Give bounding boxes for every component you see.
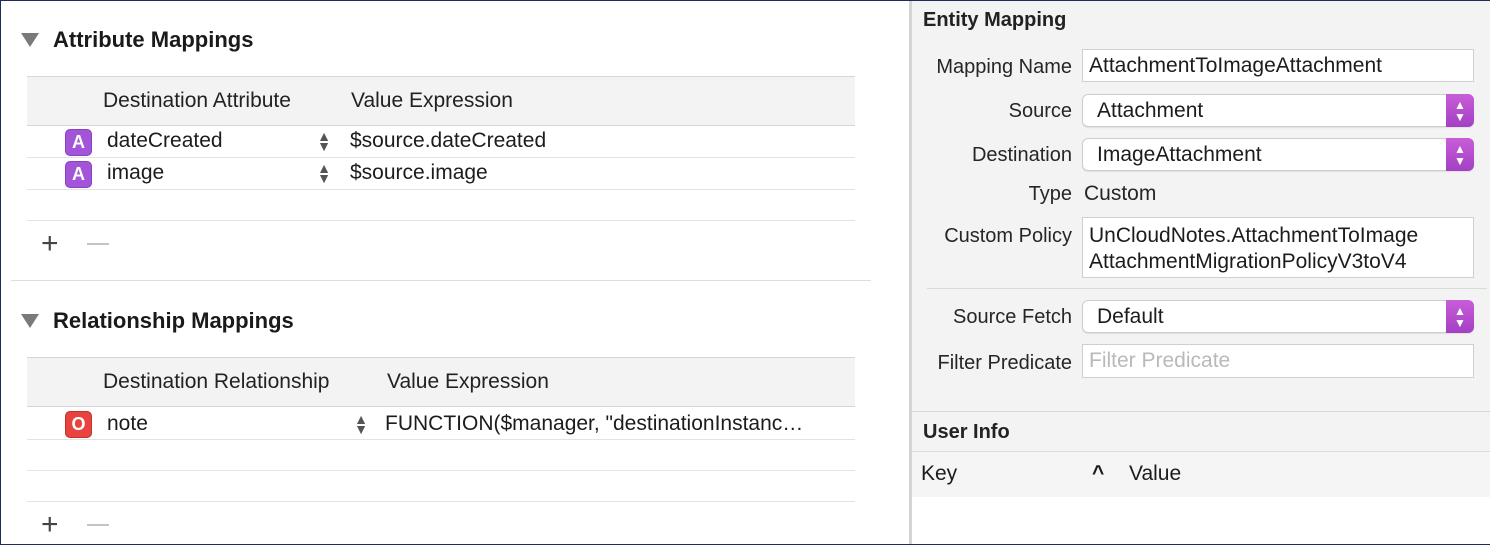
value-expression[interactable]: FUNCTION($manager, "destinationInstanc…: [385, 412, 855, 436]
popup-chevron-icon: ▲ ▼: [1446, 94, 1474, 127]
value-expression[interactable]: $source.image: [350, 161, 488, 185]
empty-row: [27, 440, 855, 471]
value-expression[interactable]: $source.dateCreated: [350, 129, 546, 153]
popup-chevron-icon: ▲ ▼: [1446, 300, 1474, 333]
user-info-title: User Info: [923, 421, 1010, 443]
type-label: Type: [1028, 183, 1072, 205]
stepper-icon[interactable]: ▲ ▼: [354, 412, 368, 436]
destination-attribute-name: image: [107, 161, 165, 184]
attribute-type-icon: A: [65, 161, 92, 188]
custom-policy-field[interactable]: UnCloudNotes.AttachmentToImage Attachmen…: [1082, 217, 1474, 278]
column-value-expression[interactable]: Value Expression: [387, 370, 549, 394]
table-header: Destination Relationship Value Expressio…: [27, 357, 855, 407]
destination-popup[interactable]: ImageAttachment ▲ ▼: [1082, 138, 1474, 171]
source-fetch-popup[interactable]: Default ▲ ▼: [1082, 300, 1474, 333]
disclosure-triangle-icon[interactable]: [21, 33, 39, 47]
custom-policy-line-1: UnCloudNotes.AttachmentToImage: [1089, 224, 1419, 247]
source-popup-value: Attachment: [1097, 99, 1204, 122]
user-info-header: User Info: [912, 411, 1490, 452]
add-relationship-button[interactable]: +: [41, 510, 59, 540]
custom-policy-label: Custom Policy: [944, 225, 1072, 247]
empty-row: [27, 190, 855, 221]
destination-attribute-name: dateCreated: [107, 129, 223, 152]
attribute-mappings-header[interactable]: Attribute Mappings: [21, 27, 253, 53]
source-fetch-label: Source Fetch: [953, 306, 1072, 328]
table-row[interactable]: A dateCreated ▲ ▼ $source.dateCreated: [27, 126, 855, 158]
source-label: Source: [1008, 100, 1072, 122]
mapping-name-label: Mapping Name: [936, 56, 1072, 78]
column-destination-attribute[interactable]: Destination Attribute: [103, 89, 291, 113]
relationship-mappings-title: Relationship Mappings: [53, 308, 294, 333]
attribute-add-remove-controls: +: [41, 229, 109, 259]
stepper-icon[interactable]: ▲ ▼: [317, 129, 331, 153]
stepper-icon[interactable]: ▲ ▼: [317, 161, 331, 185]
add-attribute-button[interactable]: +: [41, 229, 59, 259]
table-row[interactable]: O note ▲ ▼ FUNCTION($manager, "destinatio…: [27, 407, 855, 440]
column-destination-relationship[interactable]: Destination Relationship: [103, 370, 329, 394]
attribute-type-icon: A: [65, 129, 92, 156]
entity-mapping-title: Entity Mapping: [923, 9, 1067, 31]
destination-label: Destination: [971, 144, 1072, 166]
source-fetch-popup-value: Default: [1097, 305, 1164, 328]
relationship-mappings-header[interactable]: Relationship Mappings: [21, 308, 294, 334]
inspector-divider: [927, 288, 1487, 289]
attribute-mappings-table: Destination Attribute Value Expression A…: [27, 76, 855, 221]
relationship-mappings-table: Destination Relationship Value Expressio…: [27, 357, 855, 502]
mapping-name-field[interactable]: AttachmentToImageAttachment: [1082, 49, 1474, 82]
attribute-mappings-title: Attribute Mappings: [53, 27, 254, 52]
destination-relationship-name: note: [107, 412, 148, 435]
sort-ascending-icon[interactable]: ^: [1092, 462, 1104, 486]
table-header: Destination Attribute Value Expression: [27, 76, 855, 126]
filter-predicate-field[interactable]: Filter Predicate: [1082, 344, 1474, 378]
filter-predicate-label: Filter Predicate: [937, 352, 1073, 374]
disclosure-triangle-icon[interactable]: [21, 314, 39, 328]
source-popup[interactable]: Attachment ▲ ▼: [1082, 94, 1474, 127]
mapping-model-window: Attribute Mappings Destination Attribute…: [0, 0, 1490, 545]
remove-attribute-button[interactable]: [86, 243, 109, 245]
entity-mapping-inspector: Entity Mapping Mapping Name AttachmentTo…: [909, 1, 1490, 544]
column-value-expression[interactable]: Value Expression: [351, 89, 513, 113]
custom-policy-line-2: AttachmentMigrationPolicyV3toV4: [1089, 250, 1407, 273]
section-divider: [11, 280, 871, 281]
user-info-table-header: Key ^ Value: [912, 451, 1490, 498]
remove-relationship-button[interactable]: [86, 524, 109, 526]
user-info-table-body[interactable]: [912, 497, 1490, 544]
popup-chevron-icon: ▲ ▼: [1446, 138, 1474, 171]
value-column-header[interactable]: Value: [1129, 462, 1181, 486]
relationship-type-icon: O: [65, 411, 92, 438]
table-row[interactable]: A image ▲ ▼ $source.image: [27, 158, 855, 190]
mappings-pane: Attribute Mappings Destination Attribute…: [1, 1, 909, 544]
empty-row: [27, 471, 855, 502]
key-column-header[interactable]: Key: [921, 462, 957, 486]
relationship-add-remove-controls: +: [41, 510, 109, 540]
type-value: Custom: [1084, 182, 1157, 205]
destination-popup-value: ImageAttachment: [1097, 143, 1262, 166]
